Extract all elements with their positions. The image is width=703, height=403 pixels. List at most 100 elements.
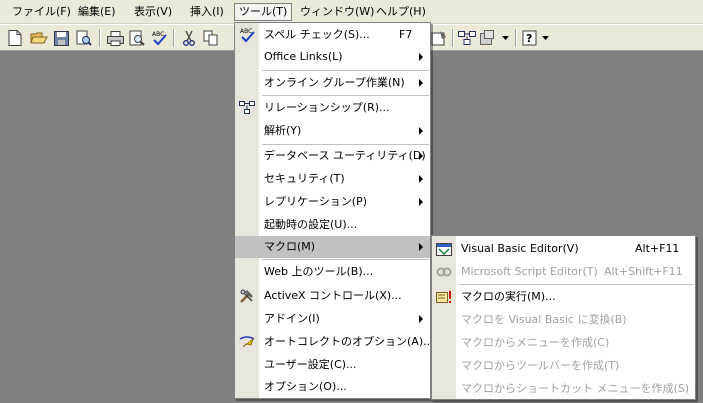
copy-icon[interactable] — [202, 29, 220, 47]
menu-edit[interactable]: 編集(E) — [74, 3, 120, 21]
menu-window[interactable]: ウィンドウ(W) — [296, 3, 378, 21]
menu-insert[interactable]: 挿入(I) — [186, 3, 228, 21]
menu-item-label: オンライン グループ作業(N) — [264, 76, 405, 89]
menu-tools[interactable]: ツール(T) — [234, 3, 293, 21]
menu-item-label: ActiveX コントロール(X)... — [264, 289, 402, 302]
save-icon[interactable] — [52, 29, 70, 47]
menu-item-label: マクロ(M) — [264, 240, 316, 253]
macro-submenu: Visual Basic Editor(V) Alt+F11 Microsoft… — [431, 235, 696, 400]
menu-item-label: レプリケーション(P) — [264, 195, 367, 208]
menu-item-security[interactable]: セキュリティ(T) — [235, 168, 430, 190]
menu-item-label: 起動時の設定(U)... — [264, 218, 358, 231]
menu-separator — [262, 259, 429, 260]
run-macro-icon — [435, 289, 452, 305]
menu-item-label: リレーションシップ(R)... — [264, 101, 390, 114]
help-icon[interactable]: ? — [521, 29, 539, 47]
menu-separator — [459, 284, 694, 285]
submenu-arrow-icon — [419, 198, 423, 206]
chevron-down-icon[interactable] — [540, 29, 550, 47]
menu-item-label: データベース ユーティリティ(D) — [264, 149, 426, 162]
menu-help[interactable]: ヘルプ(H) — [372, 3, 430, 21]
submenu-arrow-icon — [419, 79, 423, 87]
toolbar-separator — [515, 29, 517, 47]
submenu-arrow-icon — [419, 127, 423, 135]
menu-separator — [262, 95, 429, 96]
toolbar-separator — [452, 29, 454, 47]
menu-view[interactable]: 表示(V) — [130, 3, 176, 21]
new-object-icon[interactable] — [480, 29, 498, 47]
menu-item-web-tools[interactable]: Web 上のツール(B)... — [235, 261, 430, 283]
menu-item-label: Visual Basic Editor(V) — [461, 242, 579, 255]
menu-item-replication[interactable]: レプリケーション(P) — [235, 191, 430, 213]
menu-item-spell-check[interactable]: ABC スペル チェック(S)... F7 — [235, 24, 430, 46]
autocorrect-icon — [238, 334, 255, 350]
menu-item-label: マクロを Visual Basic に変換(B) — [461, 313, 627, 326]
tools-menu: ABC スペル チェック(S)... F7 Office Links(L) オン… — [234, 22, 434, 399]
activex-icon — [238, 288, 255, 304]
menu-item-label: マクロからメニューを作成(C) — [461, 336, 610, 349]
toolbar-separator — [99, 29, 101, 47]
menu-item-label: マクロの実行(M)... — [461, 290, 556, 303]
menu-item-label: マクロからショートカット メニューを作成(S) — [461, 382, 690, 395]
menu-item-activex-controls[interactable]: ActiveX コントロール(X)... — [235, 285, 430, 307]
spell-check-icon: ABC — [238, 27, 255, 43]
print-preview-icon[interactable] — [128, 29, 146, 47]
submenu-arrow-icon — [419, 175, 423, 183]
menu-item-label: オプション(O)... — [264, 380, 347, 393]
menu-item-macro[interactable]: マクロ(M) — [235, 236, 430, 258]
menu-item-customize[interactable]: ユーザー設定(C)... — [235, 354, 430, 376]
menu-item-startup[interactable]: 起動時の設定(U)... — [235, 214, 430, 236]
menu-item-create-toolbar-from-macro[interactable]: マクロからツールバーを作成(T) — [432, 355, 695, 377]
menu-item-label: オートコレクトのオプション(A)... — [264, 335, 434, 348]
menu-item-office-links[interactable]: Office Links(L) — [235, 46, 430, 68]
svg-text:ABC: ABC — [240, 28, 252, 35]
menu-item-label: 解析(Y) — [264, 124, 302, 137]
menu-item-convert-macros-to-vb[interactable]: マクロを Visual Basic に変換(B) — [432, 309, 695, 331]
shortcut-label: F7 — [399, 28, 413, 41]
vbe-icon — [435, 241, 452, 257]
submenu-arrow-icon — [419, 53, 423, 61]
menu-item-visual-basic-editor[interactable]: Visual Basic Editor(V) Alt+F11 — [432, 238, 695, 260]
menu-item-addins[interactable]: アドイン(I) — [235, 308, 430, 330]
menu-item-label: Web 上のツール(B)... — [264, 265, 374, 278]
menu-file[interactable]: ファイル(F) — [8, 3, 75, 21]
menu-item-label: Microsoft Script Editor(T) — [461, 265, 598, 278]
menu-item-label: ユーザー設定(C)... — [264, 358, 357, 371]
menu-item-label: アドイン(I) — [264, 312, 320, 325]
menu-item-options[interactable]: オプション(O)... — [235, 376, 430, 398]
menu-item-create-menu-from-macro[interactable]: マクロからメニューを作成(C) — [432, 332, 695, 354]
menu-bar: ファイル(F) 編集(E) 表示(V) 挿入(I) ツール(T) ウィンドウ(W… — [0, 0, 703, 24]
spelling-icon[interactable]: ABC — [150, 29, 168, 47]
toolbar-separator — [173, 29, 175, 47]
svg-text:ABC: ABC — [152, 31, 164, 38]
menu-item-script-editor[interactable]: Microsoft Script Editor(T) Alt+Shift+F11 — [432, 261, 695, 283]
print-icon[interactable] — [106, 29, 124, 47]
menu-item-database-utilities[interactable]: データベース ユーティリティ(D) — [235, 145, 430, 167]
menu-item-online-collaboration[interactable]: オンライン グループ作業(N) — [235, 72, 430, 94]
menu-item-label: セキュリティ(T) — [264, 172, 345, 185]
shortcut-label: Alt+F11 — [635, 242, 680, 255]
submenu-arrow-icon — [419, 315, 423, 323]
chevron-down-icon[interactable] — [500, 29, 510, 47]
submenu-arrow-icon — [419, 243, 423, 251]
menu-item-run-macro[interactable]: マクロの実行(M)... — [432, 286, 695, 308]
menu-item-create-shortcut-menu-from-macro[interactable]: マクロからショートカット メニューを作成(S) — [432, 378, 695, 400]
new-icon[interactable] — [6, 29, 24, 47]
submenu-arrow-icon — [419, 152, 423, 160]
menu-item-relationships[interactable]: リレーションシップ(R)... — [235, 97, 430, 119]
menu-item-label: Office Links(L) — [264, 50, 343, 63]
properties-icon[interactable] — [430, 29, 448, 47]
relationships-icon[interactable] — [458, 29, 476, 47]
svg-text:?: ? — [526, 32, 532, 45]
open-icon[interactable] — [30, 29, 48, 47]
script-editor-icon — [435, 264, 452, 280]
menu-separator — [262, 70, 429, 71]
relationships-icon — [238, 100, 255, 116]
menu-item-label: スペル チェック(S)... — [264, 28, 370, 41]
menu-item-autocorrect-options[interactable]: オートコレクトのオプション(A)... — [235, 331, 434, 353]
search-file-icon[interactable] — [75, 29, 93, 47]
cut-icon[interactable] — [180, 29, 198, 47]
menu-item-label: マクロからツールバーを作成(T) — [461, 359, 620, 372]
shortcut-label: Alt+Shift+F11 — [604, 265, 683, 278]
menu-item-analyze[interactable]: 解析(Y) — [235, 120, 430, 142]
